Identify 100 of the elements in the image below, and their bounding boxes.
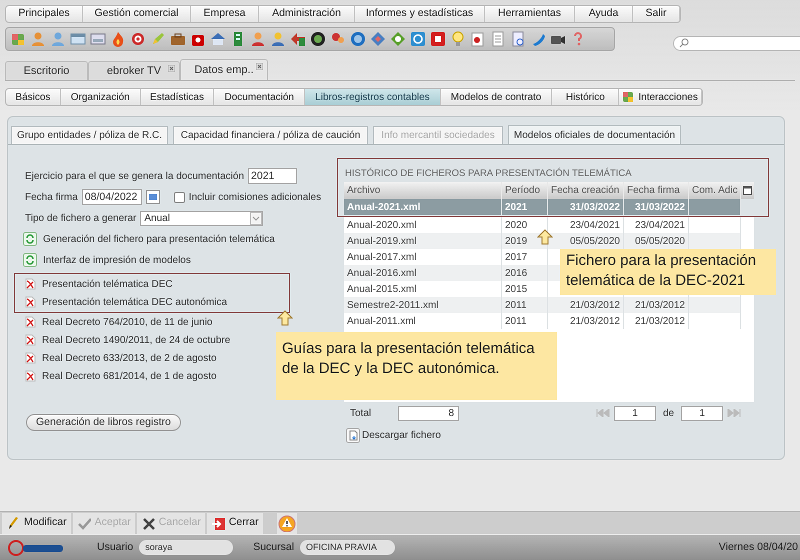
branch-field: OFICINA PRAVIA	[300, 540, 396, 555]
document-icon[interactable]	[510, 31, 526, 47]
bulb-icon[interactable]	[450, 31, 466, 47]
warning-icon[interactable]	[278, 514, 296, 532]
menu-item[interactable]: Informes y estadísticas	[355, 6, 485, 22]
menu-item[interactable]: Principales	[6, 6, 83, 22]
download-document-icon	[346, 428, 360, 443]
close-icon[interactable]	[168, 65, 175, 72]
window-tab[interactable]: Escritorio	[5, 61, 88, 80]
download-link[interactable]: Descargar fichero	[362, 428, 441, 443]
table-cell: 2021	[502, 199, 548, 215]
toolbar-button[interactable]: Cerrar	[206, 512, 263, 534]
menu-item[interactable]: Empresa	[191, 6, 259, 22]
section-title: HISTÓRICO DE FICHEROS PARA PRESENTACIÓN TELEMÁTICA	[344, 167, 633, 181]
window-icon[interactable]	[70, 31, 86, 47]
house-icon[interactable]	[210, 31, 226, 47]
inner-tab[interactable]: Grupo entidades / póliza de R.C.	[11, 126, 168, 144]
close-icon[interactable]	[256, 63, 263, 70]
refresh-icon	[23, 253, 37, 267]
table-row[interactable]: Anual-2019.xml 2019 05/05/2020 05/05/2020	[344, 233, 741, 249]
last-page-icon	[727, 409, 742, 417]
search-icon	[679, 38, 689, 48]
pdf-document-icon	[25, 316, 36, 328]
page-count-field[interactable]: 1	[681, 406, 724, 420]
table-row[interactable]: Semestre2-2011.xml 2011 21/03/2012 21/03/2012	[344, 297, 741, 313]
pdf-document-icon	[25, 278, 36, 290]
cube-icon	[622, 91, 634, 103]
search-field[interactable]	[673, 36, 800, 50]
document-link[interactable]: Real Decreto 764/2010, de 11 de junio	[42, 314, 212, 330]
section-tab[interactable]: Libros-registros contables	[305, 89, 441, 105]
status-date: Viernes 08/04/20	[718, 540, 799, 555]
table-cell: 21/03/2012	[548, 313, 624, 329]
flame-icon[interactable]	[110, 31, 126, 47]
inner-tab: Info mercantil sociedades	[373, 126, 503, 144]
branch-label: Sucursal	[253, 540, 294, 555]
section-tab[interactable]: Organización	[60, 89, 141, 105]
target-icon[interactable]	[130, 31, 146, 47]
document-link[interactable]: Real Decreto 1490/2011, de 24 de octubre	[42, 332, 230, 348]
up-arrow-icon	[277, 310, 293, 326]
table-cell: 21/03/2012	[624, 313, 689, 329]
document-link[interactable]: Real Decreto 633/2013, de 2 de agosto	[42, 350, 217, 366]
user-label: Usuario	[97, 540, 134, 555]
square-icon	[743, 186, 752, 195]
pdf-document-icon	[25, 334, 36, 346]
cube-icon[interactable]	[10, 31, 26, 47]
document-link[interactable]: Real Decreto 681/2014, de 1 de agosto	[42, 368, 217, 384]
inner-tab[interactable]: Modelos oficiales de documentación	[508, 125, 681, 144]
menu-item[interactable]: Salir	[633, 6, 680, 22]
section-tab[interactable]: Interacciones	[619, 89, 702, 105]
year-field[interactable]: 2021	[248, 168, 298, 184]
action-link[interactable]: Interfaz de impresión de modelos	[43, 252, 191, 268]
pdf-document-icon	[25, 352, 36, 364]
inner-tab[interactable]: Capacidad financiera / póliza de caución	[173, 126, 368, 144]
document-link[interactable]: Presentación telématica DEC	[42, 276, 173, 292]
table-cell: Anual-2021.xml	[344, 199, 502, 215]
file-type-dropdown[interactable]: Anual	[140, 210, 264, 226]
refresh-icon[interactable]	[410, 31, 426, 47]
total-label: Total	[350, 406, 372, 420]
document-link[interactable]: Presentación telemática DEC autonómica	[42, 294, 228, 310]
section-tab[interactable]: Histórico	[552, 89, 620, 105]
window-tab[interactable]: Datos emp..	[180, 59, 268, 80]
table-cell: 31/03/2022	[624, 199, 689, 215]
table-cell: Anual-2011.xml	[344, 313, 502, 329]
table-cell: 31/03/2022	[548, 199, 624, 215]
table-row[interactable]: Anual-2020.xml 2020 23/04/2021 23/04/2021	[344, 217, 741, 233]
menu-item[interactable]: Herramientas	[485, 6, 575, 22]
table-cell: 2011	[502, 313, 548, 329]
document-icon[interactable]	[470, 31, 486, 47]
pdf-document-icon	[25, 296, 36, 308]
table-row[interactable]: Anual-2011.xml 2011 21/03/2012 21/03/2012	[344, 313, 741, 329]
action-link[interactable]: Generación del fichero para presentación telemática	[43, 232, 275, 246]
section-tab[interactable]: Estadísticas	[140, 89, 214, 105]
close-icon	[140, 516, 155, 530]
field-label: Fecha firma	[25, 190, 78, 204]
window-tab[interactable]: ebroker TV	[88, 61, 180, 80]
field-label: Tipo de fichero a generar	[25, 212, 136, 226]
total-field[interactable]: 8	[398, 406, 459, 420]
generate-books-button[interactable]: Generación de libros registro	[26, 414, 181, 431]
refresh-icon	[23, 232, 37, 246]
square-icon[interactable]	[430, 31, 446, 47]
toolbar-button[interactable]: Modificar	[2, 512, 71, 534]
chevron-down-icon	[250, 212, 262, 224]
date-field[interactable]: 08/04/2022	[82, 189, 142, 205]
checkmark-icon	[76, 516, 91, 530]
document-icon[interactable]	[490, 31, 506, 47]
menu-item[interactable]: Gestión comercial	[83, 6, 191, 22]
up-arrow-icon	[537, 229, 553, 245]
calendar-icon[interactable]	[146, 190, 160, 204]
menu-item[interactable]: Administración	[259, 6, 355, 22]
briefcase-icon[interactable]	[170, 31, 186, 47]
window-icon[interactable]	[90, 31, 106, 47]
section-tab[interactable]: Básicos	[6, 89, 61, 105]
section-tab[interactable]: Modelos de contrato	[440, 89, 552, 105]
checkbox[interactable]	[174, 192, 185, 202]
exit-icon	[210, 516, 225, 530]
menu-item[interactable]: Ayuda	[575, 6, 633, 22]
callout-tooltip: Guías para la presentación telemática de la DEC y la DEC autonómica.	[276, 332, 557, 400]
pencil-icon	[6, 516, 20, 530]
callout-tooltip: Fichero para la presentación telemática de la DEC-2021	[560, 249, 776, 295]
page-field[interactable]: 1	[614, 406, 656, 420]
